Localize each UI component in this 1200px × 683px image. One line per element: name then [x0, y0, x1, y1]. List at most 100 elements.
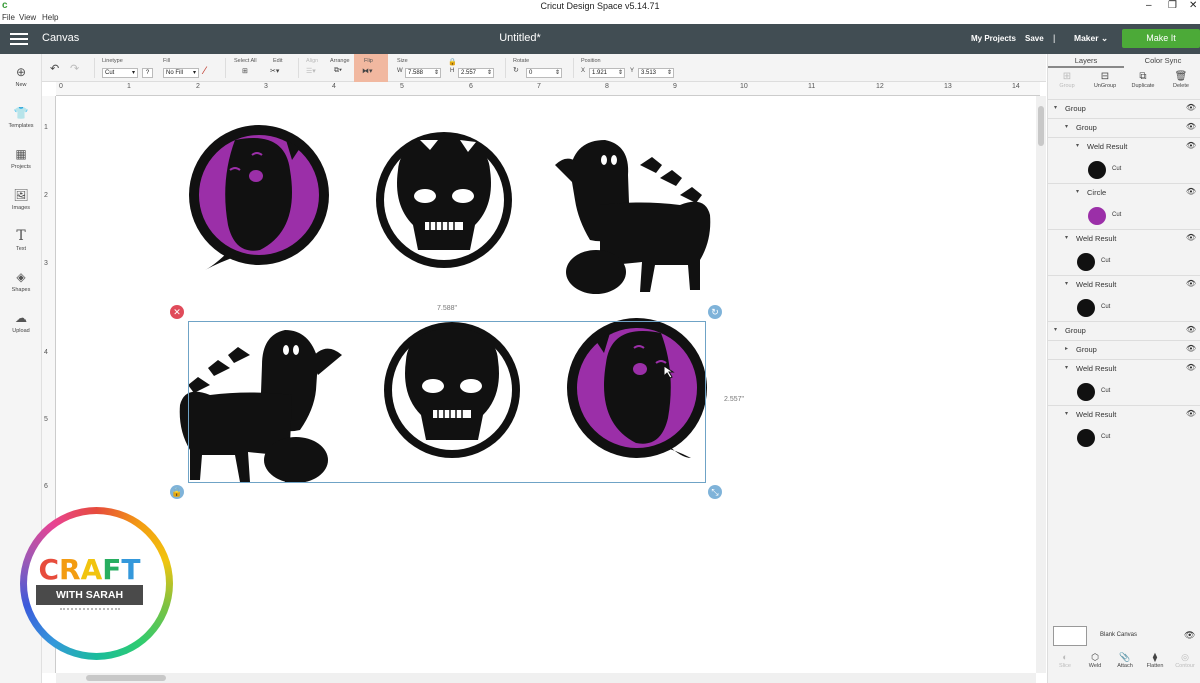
layer-name: Weld Result — [1076, 234, 1117, 243]
blank-canvas-swatch[interactable] — [1053, 626, 1087, 646]
vertical-scrollbar[interactable] — [1036, 96, 1046, 673]
linetype-select[interactable]: Cut ▾ — [102, 68, 138, 78]
layer-header-weld-result[interactable]: ▾ Weld Result 👁 — [1048, 229, 1200, 247]
layer-header-circle[interactable]: ▾ Circle 👁 — [1048, 183, 1200, 201]
visibility-eye-icon[interactable]: 👁 — [1186, 279, 1196, 288]
make-it-button[interactable]: Make It — [1122, 29, 1200, 48]
collapse-arrow-icon[interactable]: ▾ — [1065, 410, 1068, 417]
flip-icon[interactable]: ⧓▾ — [362, 67, 373, 75]
projects-icon: ▦ — [15, 147, 27, 161]
position-y-input[interactable]: 3.513 ⇕ — [638, 68, 674, 78]
layer-item[interactable]: Cut — [1048, 294, 1200, 322]
align-icon[interactable]: ☰▾ — [306, 67, 316, 75]
arrange-icon[interactable]: ⧉▾ — [334, 67, 342, 75]
layer-header-group[interactable]: ▸ Group 👁 — [1048, 340, 1200, 358]
visibility-eye-icon[interactable]: 👁 — [1186, 141, 1196, 150]
logo-letter: C — [38, 553, 60, 586]
close-window-icon[interactable]: ✕ — [1189, 0, 1197, 11]
tab-color-sync[interactable]: Color Sync — [1125, 56, 1200, 68]
machine-selector[interactable]: Maker ⌄ — [1074, 33, 1108, 44]
layer-item[interactable]: Cut — [1048, 378, 1200, 406]
layer-header-group[interactable]: ▾ Group 👁 — [1048, 118, 1200, 136]
collapse-arrow-icon[interactable]: ▾ — [1065, 123, 1068, 130]
width-label: W — [397, 68, 403, 74]
fill-select[interactable]: No Fill ▾ — [163, 68, 199, 78]
nav-upload[interactable]: ☁ Upload — [0, 310, 42, 334]
width-input[interactable]: 7.588 ⇕ — [405, 68, 441, 78]
weld-button[interactable]: ⬡ Weld — [1080, 652, 1110, 669]
collapse-arrow-icon[interactable]: ▾ — [1065, 234, 1068, 241]
layer-header-weld-result[interactable]: ▾ Weld Result 👁 — [1048, 275, 1200, 293]
layer-item[interactable]: Cut — [1048, 424, 1200, 452]
attach-button[interactable]: 📎 Attach — [1110, 652, 1140, 669]
visibility-eye-icon[interactable]: 👁 — [1186, 409, 1196, 418]
expand-arrow-icon[interactable]: ▸ — [1065, 345, 1068, 352]
select-all-icon[interactable]: ⊞ — [242, 67, 248, 75]
lock-handle-icon[interactable]: 🔒 — [170, 485, 184, 499]
redo-icon[interactable]: ↷ — [70, 62, 79, 75]
contour-button[interactable]: ◎ Contour — [1170, 652, 1200, 669]
horizontal-scrollbar[interactable] — [56, 673, 1036, 683]
layer-header-weld-result[interactable]: ▾ Weld Result 👁 — [1048, 359, 1200, 377]
nav-images[interactable]: 🖼 Images — [0, 187, 42, 211]
collapse-arrow-icon[interactable]: ▾ — [1054, 104, 1057, 111]
ungroup-icon: ⊟ — [1100, 71, 1110, 82]
my-projects-link[interactable]: My Projects — [971, 34, 1016, 43]
edit-scissors-icon[interactable]: ✂▾ — [270, 67, 279, 75]
position-x-input[interactable]: 1.921 ⇕ — [589, 68, 625, 78]
rotate-input[interactable]: 0 ⇕ — [526, 68, 562, 78]
collapse-arrow-icon[interactable]: ▾ — [1076, 142, 1079, 149]
maximize-icon[interactable]: ❐ — [1168, 0, 1177, 11]
collapse-arrow-icon[interactable]: ▾ — [1076, 188, 1079, 195]
slice-button[interactable]: ◐ Slice — [1050, 652, 1080, 669]
visibility-eye-icon[interactable]: 👁 — [1186, 233, 1196, 242]
visibility-eye-icon[interactable]: 👁 — [1186, 344, 1196, 353]
tab-layers[interactable]: Layers — [1048, 56, 1124, 68]
group-button[interactable]: ⊞ Group — [1050, 71, 1084, 89]
delete-handle-icon[interactable]: ✕ — [170, 305, 184, 319]
minimize-icon[interactable]: – — [1146, 0, 1152, 11]
selection-box[interactable] — [188, 321, 706, 483]
rotate-handle-icon[interactable]: ↻ — [708, 305, 722, 319]
height-input[interactable]: 2.557 ⇕ — [458, 68, 494, 78]
nav-new[interactable]: ⊕ New — [0, 64, 42, 88]
nav-text[interactable]: T Text — [0, 228, 42, 252]
layer-header-weld-result[interactable]: ▾ Weld Result 👁 — [1048, 137, 1200, 155]
layer-header-group[interactable]: ▾ Group 👁 — [1048, 321, 1200, 339]
layer-header-weld-result[interactable]: ▾ Weld Result 👁 — [1048, 405, 1200, 423]
ghost-circle-design-top[interactable] — [189, 125, 329, 270]
undo-icon[interactable]: ↶ — [50, 62, 59, 75]
layer-item[interactable]: Cut — [1048, 248, 1200, 276]
visibility-eye-icon[interactable]: 👁 — [1186, 122, 1196, 131]
ghost-cat-pumpkin-design-top[interactable] — [555, 140, 711, 294]
visibility-eye-icon[interactable]: 👁 — [1186, 103, 1196, 112]
layer-item[interactable]: Cut — [1048, 202, 1200, 230]
layer-item[interactable]: Cut — [1048, 156, 1200, 184]
visibility-eye-icon[interactable]: 👁 — [1186, 325, 1196, 334]
save-link[interactable]: Save — [1025, 34, 1044, 43]
resize-handle-icon[interactable]: ⤡ — [708, 485, 722, 499]
visibility-eye-icon[interactable]: 👁 — [1186, 187, 1196, 196]
visibility-eye-icon[interactable]: 👁 — [1186, 363, 1196, 372]
hamburger-menu-icon[interactable] — [10, 33, 28, 45]
collapse-arrow-icon[interactable]: ▾ — [1065, 364, 1068, 371]
nav-projects[interactable]: ▦ Projects — [0, 146, 42, 170]
flip-highlight[interactable]: Flip ⧓▾ — [354, 54, 388, 82]
collapse-arrow-icon[interactable]: ▾ — [1065, 280, 1068, 287]
nav-templates[interactable]: 👕 Templates — [0, 105, 42, 129]
nav-shapes[interactable]: ◈ Shapes — [0, 269, 42, 293]
menu-help[interactable]: Help — [42, 13, 58, 22]
skull-circle-design-top[interactable] — [376, 132, 512, 268]
flatten-button[interactable]: ⧫ Flatten — [1140, 652, 1170, 669]
duplicate-button[interactable]: ⧉ Duplicate — [1126, 71, 1160, 89]
delete-button[interactable]: 🗑 Delete — [1164, 71, 1198, 89]
eye-hidden-icon[interactable]: 👁 — [1184, 630, 1195, 641]
lock-ratio-icon[interactable]: 🔒 — [448, 58, 457, 66]
menu-file[interactable]: File — [2, 13, 15, 22]
no-fill-swatch-icon[interactable]: ⁄ — [204, 65, 206, 77]
linetype-help-button[interactable]: ? — [142, 68, 153, 78]
collapse-arrow-icon[interactable]: ▾ — [1054, 326, 1057, 333]
ungroup-button[interactable]: ⊟ UnGroup — [1088, 71, 1122, 89]
layer-header-group[interactable]: ▾ Group 👁 — [1048, 99, 1200, 117]
menu-view[interactable]: View — [19, 13, 36, 22]
